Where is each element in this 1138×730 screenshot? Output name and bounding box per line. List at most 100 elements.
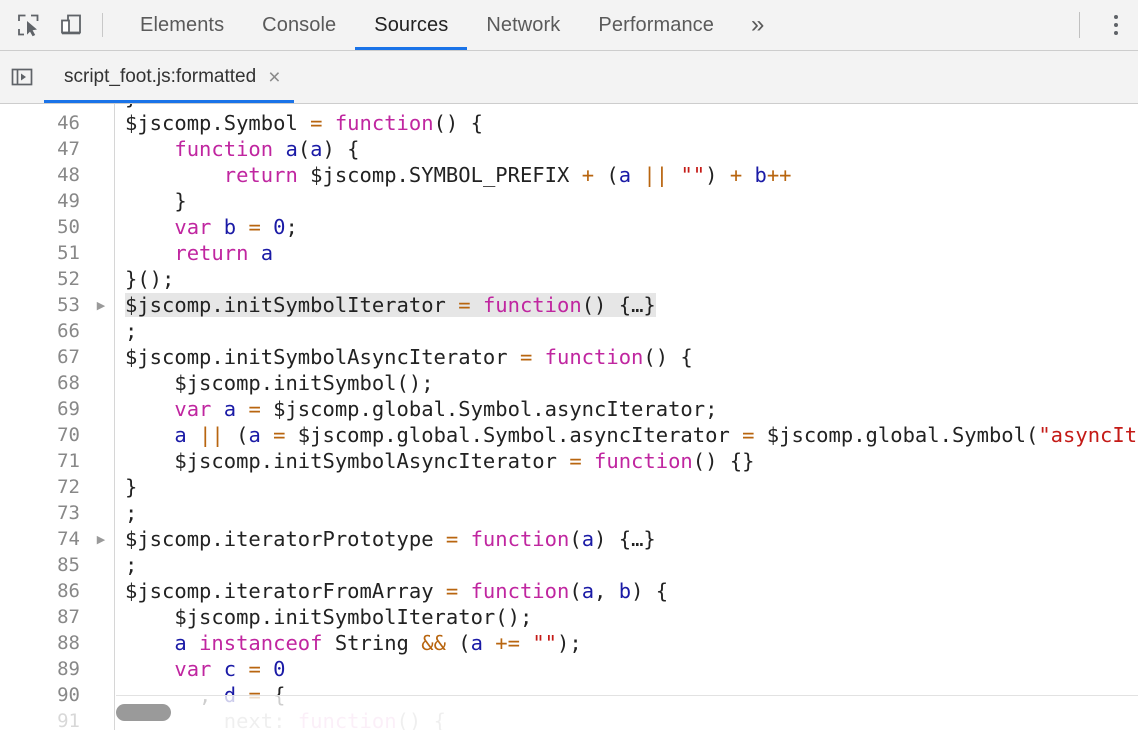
code-line[interactable]: 74▶$jscomp.iteratorPrototype = function(…	[0, 526, 1138, 552]
token-plain: $jscomp.initSymbolIterator	[125, 293, 458, 317]
token-plain: ;	[125, 501, 137, 525]
line-number[interactable]: 72	[0, 476, 88, 498]
token-plain: String	[322, 631, 421, 655]
token-op: =	[273, 423, 285, 447]
line-number[interactable]: 49	[0, 190, 88, 212]
code-line[interactable]: 68 $jscomp.initSymbol();	[0, 370, 1138, 396]
line-number[interactable]: 87	[0, 606, 88, 628]
code-line-text: $jscomp.iteratorPrototype = function(a) …	[115, 526, 1138, 552]
line-number[interactable]: 52	[0, 268, 88, 290]
tab-network-label: Network	[486, 14, 560, 37]
line-number[interactable]: 45	[0, 104, 88, 108]
line-number[interactable]: 90	[0, 684, 88, 706]
more-options-kebab-icon[interactable]	[1094, 5, 1138, 45]
code-line[interactable]: 88 a instanceof String && (a += "");	[0, 630, 1138, 656]
horizontal-scrollbar[interactable]	[116, 704, 171, 721]
code-line-text: $jscomp.iteratorFromArray = function(a, …	[115, 578, 1138, 604]
code-line-text: var a = $jscomp.global.Symbol.asyncItera…	[115, 396, 1138, 422]
file-tab-script-foot[interactable]: script_foot.js:formatted ×	[44, 51, 294, 103]
code-line-text: next: function() {	[115, 708, 1138, 730]
code-line[interactable]: 51 return a	[0, 240, 1138, 266]
token-plain	[187, 423, 199, 447]
code-line-text: return $jscomp.SYMBOL_PREFIX + (a || "")…	[115, 162, 1138, 188]
code-line[interactable]: 70 a || (a = $jscomp.global.Symbol.async…	[0, 422, 1138, 448]
line-number[interactable]: 46	[0, 112, 88, 134]
line-number[interactable]: 70	[0, 424, 88, 446]
code-line[interactable]: 89 var c = 0	[0, 656, 1138, 682]
code-line[interactable]: 48 return $jscomp.SYMBOL_PREFIX + (a || …	[0, 162, 1138, 188]
line-number[interactable]: 68	[0, 372, 88, 394]
line-number[interactable]: 67	[0, 346, 88, 368]
code-line-text: ;	[115, 500, 1138, 526]
tab-sources-label: Sources	[374, 14, 448, 37]
tab-console[interactable]: Console	[243, 0, 355, 50]
line-number[interactable]: 88	[0, 632, 88, 654]
token-op: =	[446, 579, 458, 603]
token-plain	[261, 657, 273, 681]
token-plain: () {	[643, 345, 692, 369]
token-plain: $jscomp.global.Symbol.asyncIterator;	[261, 397, 718, 421]
tab-performance-label: Performance	[598, 14, 714, 37]
token-plain: ,	[594, 579, 619, 603]
token-num: 0	[273, 657, 285, 681]
code-line[interactable]: 46$jscomp.Symbol = function() {	[0, 110, 1138, 136]
token-plain: {	[261, 683, 286, 707]
line-number[interactable]: 91	[0, 710, 88, 730]
tab-sources[interactable]: Sources	[355, 0, 467, 50]
line-number[interactable]: 50	[0, 216, 88, 238]
token-var: a	[174, 423, 186, 447]
line-number[interactable]: 69	[0, 398, 88, 420]
token-op: &&	[421, 631, 446, 655]
code-line[interactable]: 86 $jscomp.iteratorFromArray = function(a…	[0, 578, 1138, 604]
token-plain	[125, 631, 174, 655]
token-plain: ) {	[594, 527, 631, 551]
tab-elements[interactable]: Elements	[121, 0, 243, 50]
code-line[interactable]: 87 $jscomp.initSymbolIterator();	[0, 604, 1138, 630]
tab-overflow-chevron-icon[interactable]: »	[733, 0, 782, 50]
line-number[interactable]: 51	[0, 242, 88, 264]
code-line[interactable]: 71 $jscomp.initSymbolAsyncIterator = fun…	[0, 448, 1138, 474]
code-line[interactable]: 47 function a(a) {	[0, 136, 1138, 162]
code-line[interactable]: 66;	[0, 318, 1138, 344]
line-number[interactable]: 74	[0, 528, 88, 550]
code-line[interactable]: 72}	[0, 474, 1138, 500]
token-plain: (	[594, 163, 619, 187]
line-number[interactable]: 85	[0, 554, 88, 576]
token-plain: $jscomp.initSymbolAsyncIterator	[125, 449, 569, 473]
line-number[interactable]: 73	[0, 502, 88, 524]
file-tab-label: script_foot.js:formatted	[64, 66, 256, 88]
fold-triangle-icon[interactable]: ▶	[88, 533, 114, 546]
token-plain: }	[643, 527, 655, 551]
code-line[interactable]: 49 }	[0, 188, 1138, 214]
fold-triangle-icon[interactable]: ▶	[88, 299, 114, 312]
code-line[interactable]: 52}();	[0, 266, 1138, 292]
device-toolbar-icon[interactable]	[50, 5, 92, 45]
line-number[interactable]: 66	[0, 320, 88, 342]
token-var: a	[471, 631, 483, 655]
inspect-element-icon[interactable]	[8, 5, 50, 45]
close-icon[interactable]: ×	[268, 67, 280, 88]
code-line[interactable]: 73;	[0, 500, 1138, 526]
token-plain	[520, 631, 532, 655]
line-number[interactable]: 89	[0, 658, 88, 680]
show-navigator-icon[interactable]	[0, 51, 44, 103]
code-line[interactable]: 90 , d = {	[0, 682, 1138, 708]
code-line[interactable]: 50 var b = 0;	[0, 214, 1138, 240]
line-number[interactable]: 71	[0, 450, 88, 472]
tab-performance[interactable]: Performance	[579, 0, 733, 50]
code-line[interactable]: 69 var a = $jscomp.global.Symbol.asyncIt…	[0, 396, 1138, 422]
token-plain	[471, 293, 483, 317]
line-number[interactable]: 53	[0, 294, 88, 316]
code-line[interactable]: 67$jscomp.initSymbolAsyncIterator = func…	[0, 344, 1138, 370]
token-plain: (	[224, 423, 249, 447]
line-number[interactable]: 47	[0, 138, 88, 160]
line-number[interactable]: 86	[0, 580, 88, 602]
code-line[interactable]: 85;	[0, 552, 1138, 578]
token-kw: instanceof	[199, 631, 322, 655]
code-line[interactable]: 53▶$jscomp.initSymbolIterator = function…	[0, 292, 1138, 318]
token-plain	[742, 163, 754, 187]
token-plain: (	[446, 631, 471, 655]
tab-network[interactable]: Network	[467, 0, 579, 50]
line-number[interactable]: 48	[0, 164, 88, 186]
source-code-editor[interactable]: 45} 46$jscomp.Symbol = function() {47 fun…	[0, 104, 1138, 730]
